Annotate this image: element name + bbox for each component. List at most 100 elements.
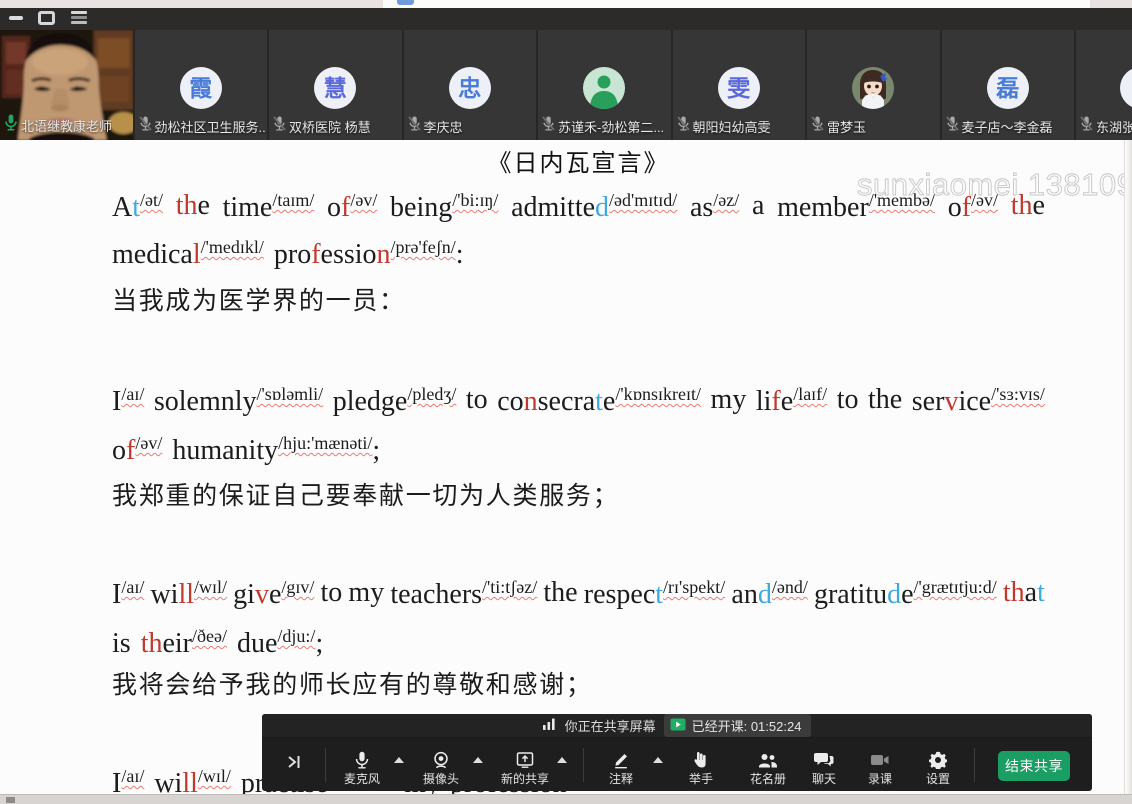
annotated-word: is — [112, 628, 131, 660]
mic-muted-icon — [273, 116, 286, 136]
mic-muted-icon — [677, 116, 690, 136]
background-window-blue-element — [397, 0, 414, 5]
participant-name: 朝阳妇幼高雯 — [693, 117, 771, 136]
phonetic-annotation: /ðeə/ — [192, 626, 227, 646]
annotated-word: of/əv/ — [112, 433, 162, 467]
avatar-circle: 雯 — [718, 67, 760, 109]
phonetic-annotation: /taɪm/ — [272, 190, 314, 210]
raise-hand-icon — [692, 751, 710, 769]
annotated-word: pledge/pledʒ/ — [333, 384, 457, 418]
phonetic-annotation: /aɪ/ — [121, 577, 144, 597]
设置-button[interactable]: 设置 — [910, 751, 966, 785]
participant-name: 劲松社区卫生服务... — [155, 117, 267, 136]
scrollbar-knob — [6, 797, 15, 803]
mic-muted-icon — [811, 116, 824, 136]
annotated-word: my — [711, 384, 747, 418]
phonetic-annotation: /wɪl/ — [198, 766, 231, 786]
phonetic-annotation: /əv/ — [135, 433, 162, 453]
annotated-word: I/aɪ/ — [112, 577, 144, 611]
background-window-sliver — [0, 0, 1132, 8]
dropdown-caret[interactable] — [473, 757, 483, 763]
花名册-button[interactable]: 花名册 — [740, 751, 796, 785]
participant-tile[interactable]: 雷梦玉 — [807, 30, 940, 140]
participant-tile[interactable]: 东湖张 — [1076, 30, 1132, 140]
maximize-icon[interactable] — [38, 11, 55, 25]
聊天-button[interactable]: 聊天 — [796, 751, 852, 785]
phonetic-annotation: /rɪ'spekt/ — [663, 577, 725, 597]
麦克风-button[interactable]: 麦克风 — [334, 751, 390, 785]
phonetic-annotation: /hju:'mænəti/ — [278, 433, 372, 453]
participant-label: 麦子店～李金磊 — [946, 116, 1053, 136]
document-line-chinese: 当我成为医学界的一员： — [112, 281, 1045, 317]
participant-tile[interactable]: 北语继教康老师 — [0, 30, 133, 140]
phonetic-annotation: /'bi:ɪŋ/ — [452, 190, 498, 210]
dropdown-caret[interactable] — [653, 757, 663, 763]
摄像头-button[interactable]: 摄像头 — [413, 751, 469, 785]
participant-label: 雷梦玉 — [811, 116, 866, 136]
annotated-word: time/taɪm/ — [223, 190, 315, 224]
avatar-circle — [1120, 67, 1132, 109]
participant-name: 东湖张 — [1096, 117, 1132, 136]
annotated-word: will/wɪl/ — [150, 577, 227, 611]
举手-button[interactable]: 举手 — [673, 751, 729, 785]
sharing-status-text: 你正在共享屏幕 — [565, 716, 656, 735]
dropdown-caret[interactable] — [557, 757, 567, 763]
annotated-word: the — [176, 190, 210, 224]
end-share-button[interactable]: 结束共享 — [998, 751, 1070, 781]
phonetic-annotation: /aɪ/ — [121, 384, 144, 404]
participant-tile[interactable]: 忠李庆忠 — [404, 30, 537, 140]
participant-tile[interactable]: 雯朝阳妇幼高雯 — [673, 30, 806, 140]
新的共享-button[interactable]: 新的共享 — [497, 751, 553, 785]
phonetic-annotation: /dju:/ — [277, 626, 315, 646]
phonetic-annotation: /gɪv/ — [281, 577, 314, 597]
toolbar-divider — [583, 748, 584, 782]
document-line-english: I/aɪ/will/wɪl/give/gɪv/tomyteachers/'ti:… — [112, 577, 1045, 611]
window-titlebar — [0, 8, 1132, 30]
phonetic-annotation: /aɪ/ — [121, 766, 144, 786]
phonetic-annotation: /ət/ — [140, 190, 163, 210]
participant-tile[interactable]: 磊麦子店～李金磊 — [942, 30, 1075, 140]
menu-icon[interactable] — [71, 11, 87, 25]
录课-button[interactable]: 录课 — [852, 751, 908, 785]
dropdown-caret[interactable] — [394, 757, 404, 763]
mic-muted-icon — [139, 116, 152, 136]
signal-icon — [543, 718, 557, 733]
share-toolbar-buttons: 麦克风摄像头新的共享 注释举手花名册聊天录课设置 结束共享 — [262, 738, 1092, 791]
annotated-word: as/əz/ — [690, 190, 739, 224]
annotated-word: teachers/'ti:tʃəz/ — [390, 577, 537, 611]
annotated-word: of/əv/ — [327, 190, 377, 224]
phonetic-annotation: /wɪl/ — [194, 577, 227, 597]
participant-label: 东湖张 — [1080, 116, 1132, 136]
participant-tile[interactable]: 霞劲松社区卫生服务... — [135, 30, 268, 140]
participant-name: 苏谨禾-劲松第二... — [558, 117, 664, 136]
participant-name: 麦子店～李金磊 — [962, 117, 1053, 136]
participant-name: 雷梦玉 — [827, 117, 866, 136]
annotate-icon — [612, 751, 630, 769]
annotated-word: that — [1003, 577, 1045, 611]
participant-label: 朝阳妇幼高雯 — [677, 116, 771, 136]
annotated-word: being/'bi:ɪŋ/ — [390, 190, 498, 224]
annotated-word: life/laɪf/ — [756, 384, 827, 418]
annotated-word: the — [868, 384, 902, 418]
phonetic-annotation: /'medɪkl/ — [201, 237, 264, 257]
annotated-word: give/gɪv/ — [233, 577, 314, 611]
phonetic-annotation: /pledʒ/ — [407, 384, 456, 404]
document-line-english: medical/'medɪkl/profession/prə'feʃn/: — [112, 237, 1045, 271]
document-line-english: istheir/ðeə/due/dju:/; — [112, 626, 1045, 660]
participant-tile[interactable]: 慧双桥医院 杨慧 — [269, 30, 402, 140]
share-status-row: 你正在共享屏幕 已经开课: 01:52:24 — [262, 714, 1092, 738]
class-timer-badge: 已经开课: 01:52:24 — [664, 714, 812, 737]
roster-icon — [758, 751, 778, 769]
participant-label: 李庆忠 — [408, 116, 463, 136]
class-tv-icon — [670, 718, 686, 734]
participant-tile[interactable]: 苏谨禾-劲松第二... — [538, 30, 671, 140]
avatar-circle: 磊 — [987, 67, 1029, 109]
mic-muted-icon — [1080, 116, 1093, 136]
annotated-word: service/'sɜ:vɪs/ — [912, 384, 1045, 418]
annotated-word: gratitude/'grætɪtju:d/ — [814, 577, 997, 611]
注释-button[interactable]: 注释 — [593, 751, 649, 785]
annotated-word: their/ðeə/ — [141, 626, 227, 660]
collapse-toolbar-button[interactable] — [262, 754, 325, 775]
annotated-word: to — [837, 384, 859, 418]
minimize-icon[interactable] — [9, 16, 23, 20]
